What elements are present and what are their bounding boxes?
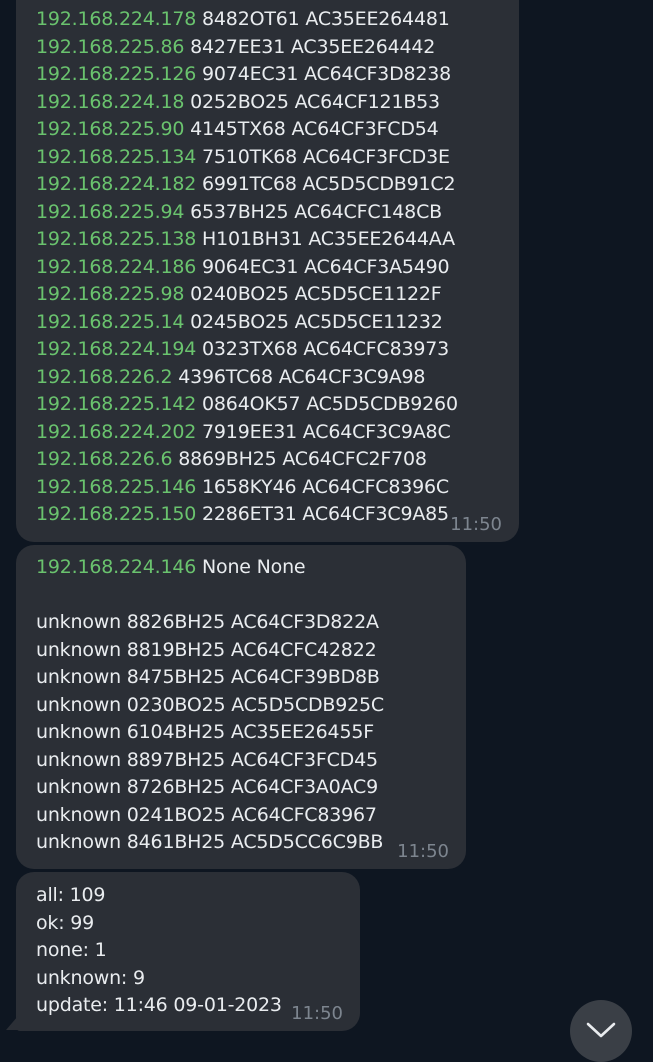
device-info: 0252BO25 AC64CF121B53 bbox=[190, 90, 440, 113]
device-info: 7510TK68 AC64CF3FCD3E bbox=[202, 145, 450, 168]
chevron-down-icon bbox=[586, 1022, 616, 1038]
list-item: unknown 8897BH25 AC64CF3FCD45 bbox=[36, 748, 378, 771]
list-item: unknown 8826BH25 AC64CF3D822A bbox=[36, 611, 379, 633]
list-item: 192.168.224.202 7919EE31 AC64CF3C9A8C bbox=[36, 419, 519, 447]
list-item: 192.168.226.6 8869BH25 AC64CFC2F708 bbox=[36, 446, 519, 474]
list-item: 192.168.225.98 0240BO25 AC5D5CE1122F bbox=[36, 281, 519, 309]
device-info: 8482OT61 AC35EE264481 bbox=[202, 8, 450, 30]
ip-address: 192.168.225.134 bbox=[36, 145, 197, 168]
ip-address: 192.168.225.126 bbox=[36, 63, 197, 85]
message-bubble-devices[interactable]: 192.168.224.178 8482OT61 AC35EE264481 192… bbox=[16, 0, 519, 542]
device-info: 6991TC68 AC5D5CDB91C2 bbox=[202, 173, 456, 195]
device-info: 8427EE31 AC35EE264442 bbox=[190, 35, 436, 58]
ip-address: 192.168.225.94 bbox=[36, 200, 185, 223]
ip-address: 192.168.225.146 bbox=[36, 475, 197, 498]
device-info: 0864OK57 AC5D5CDB9260 bbox=[202, 393, 458, 415]
message-time: 11:50 bbox=[291, 1003, 343, 1024]
ip-address: 192.168.224.182 bbox=[36, 173, 197, 195]
ip-address: 192.168.225.142 bbox=[36, 393, 197, 415]
list-item: unknown: 9 bbox=[36, 966, 145, 989]
device-info: H101BH31 AC35EE2644AA bbox=[202, 228, 455, 250]
ip-address: 192.168.225.98 bbox=[36, 283, 185, 305]
list-item: 192.168.225.146 1658KY46 AC64CFC8396C bbox=[36, 474, 519, 502]
message-time: 11:50 bbox=[450, 514, 502, 535]
message-bubble-summary[interactable]: all: 109 ok: 99 none: 1 unknown: 9 update: 1… bbox=[16, 872, 360, 1031]
ip-address: 192.168.224.18 bbox=[36, 90, 185, 113]
ip-address: 192.168.225.90 bbox=[36, 118, 185, 140]
device-info: None None bbox=[202, 556, 306, 578]
device-info: 7919EE31 AC64CF3C9A8C bbox=[202, 420, 451, 443]
message-bubble-unknown[interactable]: 192.168.224.146 None None unknown 8826BH… bbox=[16, 545, 466, 869]
list-item: unknown 8475BH25 AC64CF39BD8B bbox=[36, 666, 380, 688]
list-item: 192.168.225.94 6537BH25 AC64CFC148CB bbox=[36, 199, 519, 227]
list-item: unknown 0230BO25 AC5D5CDB925C bbox=[36, 693, 385, 716]
device-info: 8869BH25 AC64CFC2F708 bbox=[178, 448, 427, 470]
list-item: 192.168.224.182 6991TC68 AC5D5CDB91C2 bbox=[36, 171, 519, 199]
list-item: none: 1 bbox=[36, 939, 107, 961]
bubble-tail bbox=[6, 1016, 18, 1030]
ip-address: 192.168.224.178 bbox=[36, 8, 197, 30]
ip-address: 192.168.225.14 bbox=[36, 310, 185, 333]
device-info: 9074EC31 AC64CF3D8238 bbox=[202, 63, 452, 85]
list-item: unknown 8819BH25 AC64CFC42822 bbox=[36, 638, 377, 661]
device-info: 0245BO25 AC5D5CE11232 bbox=[190, 310, 443, 333]
list-item: unknown 6104BH25 AC35EE26455F bbox=[36, 721, 374, 743]
list-item: 192.168.225.14 0245BO25 AC5D5CE11232 bbox=[36, 309, 519, 337]
device-info: 0240BO25 AC5D5CE1122F bbox=[190, 283, 442, 305]
list-item: ok: 99 bbox=[36, 911, 95, 934]
device-info: 4145TX68 AC64CF3FCD54 bbox=[190, 118, 439, 140]
list-item: 192.168.226.2 4396TC68 AC64CF3C9A98 bbox=[36, 364, 519, 392]
ip-address: 192.168.224.186 bbox=[36, 255, 197, 278]
device-info: 2286ET31 AC64CF3C9A85 bbox=[202, 503, 449, 525]
ip-address: 192.168.224.202 bbox=[36, 420, 197, 443]
ip-address: 192.168.224.194 bbox=[36, 338, 197, 360]
list-item: 192.168.224.178 8482OT61 AC35EE264481 bbox=[36, 6, 519, 34]
list-item: 192.168.225.134 7510TK68 AC64CF3FCD3E bbox=[36, 144, 519, 172]
list-item: 192.168.224.18 0252BO25 AC64CF121B53 bbox=[36, 89, 519, 117]
ip-address: 192.168.226.6 bbox=[36, 448, 173, 470]
list-item: unknown 8726BH25 AC64CF3A0AC9 bbox=[36, 776, 378, 798]
message-text: 192.168.224.178 8482OT61 AC35EE264481 192… bbox=[36, 6, 519, 529]
ip-address: 192.168.225.86 bbox=[36, 35, 185, 58]
list-item: unknown 0241BO25 AC64CFC83967 bbox=[36, 803, 377, 826]
list-item: 192.168.224.146 None None bbox=[36, 554, 466, 582]
list-item: 192.168.224.186 9064EC31 AC64CF3A5490 bbox=[36, 254, 519, 282]
device-info: 6537BH25 AC64CFC148CB bbox=[190, 200, 442, 223]
device-info: 4396TC68 AC64CF3C9A98 bbox=[178, 365, 426, 388]
list-item: 192.168.225.138 H101BH31 AC35EE2644AA bbox=[36, 226, 519, 254]
device-info: 9064EC31 AC64CF3A5490 bbox=[202, 255, 450, 278]
list-item: 192.168.225.86 8427EE31 AC35EE264442 bbox=[36, 34, 519, 62]
device-info: 1658KY46 AC64CFC8396C bbox=[202, 475, 449, 498]
message-text: unknown 8826BH25 AC64CF3D822A unknown 881… bbox=[36, 609, 466, 857]
message-text: all: 109 ok: 99 none: 1 unknown: 9 update: 1… bbox=[36, 882, 360, 1020]
list-item: all: 109 bbox=[36, 884, 106, 906]
list-item: 192.168.225.90 4145TX68 AC64CF3FCD54 bbox=[36, 116, 519, 144]
list-item: 192.168.225.150 2286ET31 AC64CF3C9A85 bbox=[36, 501, 519, 529]
message-time: 11:50 bbox=[397, 841, 449, 862]
ip-address: 192.168.226.2 bbox=[36, 365, 173, 388]
scroll-down-button[interactable] bbox=[570, 1000, 632, 1062]
list-item: 192.168.225.142 0864OK57 AC5D5CDB9260 bbox=[36, 391, 519, 419]
device-info: 0323TX68 AC64CFC83973 bbox=[202, 338, 450, 360]
ip-address: 192.168.225.150 bbox=[36, 503, 197, 525]
list-item: 192.168.224.194 0323TX68 AC64CFC83973 bbox=[36, 336, 519, 364]
ip-address: 192.168.224.146 bbox=[36, 556, 197, 578]
list-item: 192.168.225.126 9074EC31 AC64CF3D8238 bbox=[36, 61, 519, 89]
ip-address: 192.168.225.138 bbox=[36, 228, 197, 250]
